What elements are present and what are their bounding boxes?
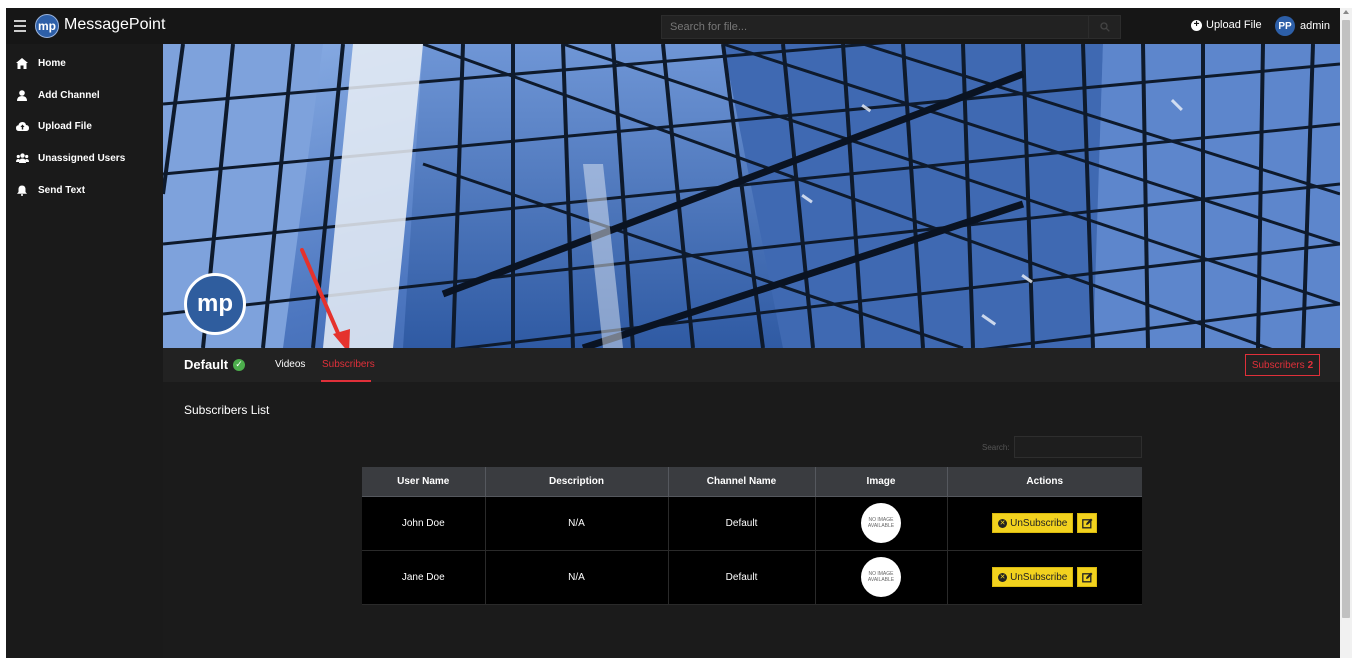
annotation-arrow: [300, 248, 350, 348]
sidebar-item-send-text[interactable]: Send Text: [6, 176, 163, 204]
sidebar-item-home[interactable]: Home: [6, 49, 163, 77]
edit-button[interactable]: [1077, 567, 1098, 587]
edit-icon: [1082, 572, 1093, 582]
unsubscribe-label: UnSubscribe: [1010, 571, 1068, 583]
user-name: admin: [1300, 20, 1330, 32]
times-circle-icon: ✕: [998, 572, 1008, 582]
file-search-input[interactable]: [661, 15, 1089, 39]
sidebar-item-label: Upload File: [38, 120, 92, 132]
channel-logo: mp: [184, 273, 246, 335]
plus-circle-icon: +: [1191, 19, 1202, 31]
scrollbar-thumb[interactable]: [1342, 20, 1350, 618]
edit-button[interactable]: [1077, 513, 1098, 533]
column-header-actions[interactable]: Actions: [947, 467, 1142, 497]
sidebar-item-add-channel[interactable]: Add Channel: [6, 81, 163, 109]
cell-image: NO IMAGE AVAILABLE: [815, 550, 948, 605]
menu-icon[interactable]: [14, 17, 26, 32]
channel-name-text: Default: [184, 357, 229, 372]
top-bar: mp MessagePoint + Upload File PP admin: [6, 8, 1340, 44]
sidebar-item-unassigned-users[interactable]: Unassigned Users: [6, 144, 163, 172]
user-icon: [15, 88, 29, 102]
search-button[interactable]: [1089, 15, 1121, 39]
subscribers-list-title: Subscribers List: [184, 403, 270, 417]
channel-name: Default ✓: [184, 357, 246, 372]
sidebar-item-label: Unassigned Users: [38, 152, 126, 164]
search-icon: [1099, 22, 1110, 32]
subscribers-count-value: 2: [1307, 359, 1314, 371]
edit-icon: [1082, 518, 1093, 528]
table-header-row: User Name Description Channel Name Image…: [362, 467, 1142, 497]
cloud-upload-icon: [15, 119, 29, 133]
table-search-input[interactable]: [1014, 436, 1142, 458]
cell-channel-name: Default: [668, 550, 816, 605]
page-scrollbar[interactable]: [1340, 8, 1352, 658]
sidebar-item-label: Add Channel: [38, 89, 100, 101]
channel-bar: Default ✓ Videos Subscribers Subscribers…: [163, 348, 1340, 382]
home-icon: [15, 56, 29, 70]
bell-icon: [15, 183, 29, 197]
user-menu[interactable]: PP admin: [1275, 16, 1330, 36]
table-row: Jane Doe N/A Default NO IMAGE AVAILABLE …: [362, 550, 1142, 605]
main-content: mp Default ✓ Videos Subscribers Subscrib…: [163, 44, 1340, 658]
unsubscribe-button[interactable]: ✕ UnSubscribe: [992, 513, 1074, 533]
subscribers-table: User Name Description Channel Name Image…: [362, 467, 1142, 605]
column-header-image[interactable]: Image: [815, 467, 948, 497]
column-header-description[interactable]: Description: [485, 467, 669, 497]
sidebar-item-upload-file[interactable]: Upload File: [6, 112, 163, 140]
subscribers-count-label: Subscribers: [1251, 359, 1305, 371]
unsubscribe-button[interactable]: ✕ UnSubscribe: [992, 567, 1074, 587]
table-search-label: Search:: [982, 443, 1010, 452]
upload-file-button[interactable]: + Upload File: [1191, 19, 1262, 31]
cell-channel-name: Default: [668, 496, 816, 551]
avatar: PP: [1275, 16, 1295, 36]
subscribers-count-button[interactable]: Subscribers 2: [1245, 354, 1320, 376]
cell-description: N/A: [485, 550, 669, 605]
active-tab-indicator: [321, 380, 371, 382]
times-circle-icon: ✕: [998, 518, 1008, 528]
channel-banner: mp: [163, 44, 1340, 348]
tab-videos[interactable]: Videos: [275, 359, 305, 370]
sidebar-item-label: Send Text: [38, 184, 86, 196]
cell-user-name: John Doe: [362, 496, 486, 551]
sidebar-item-label: Home: [38, 57, 66, 69]
cell-actions: ✕ UnSubscribe: [947, 496, 1142, 551]
app-logo[interactable]: mp: [35, 14, 59, 38]
upload-file-label: Upload File: [1206, 19, 1262, 31]
verified-check-icon: ✓: [233, 358, 246, 371]
cell-user-name: Jane Doe: [362, 550, 486, 605]
column-header-channel-name[interactable]: Channel Name: [668, 467, 816, 497]
users-icon: [15, 151, 29, 165]
cell-description: N/A: [485, 496, 669, 551]
cell-image: NO IMAGE AVAILABLE: [815, 496, 948, 551]
unsubscribe-label: UnSubscribe: [1010, 517, 1068, 529]
table-row: John Doe N/A Default NO IMAGE AVAILABLE …: [362, 496, 1142, 551]
scroll-up-arrow-icon[interactable]: [1343, 10, 1349, 14]
file-search: [661, 15, 1121, 39]
no-image-placeholder: NO IMAGE AVAILABLE: [861, 503, 901, 543]
column-header-user-name[interactable]: User Name: [362, 467, 486, 497]
no-image-placeholder: NO IMAGE AVAILABLE: [861, 557, 901, 597]
sidebar: Home Add Channel Upload File Unassigned …: [6, 44, 163, 658]
cell-actions: ✕ UnSubscribe: [947, 550, 1142, 605]
tab-subscribers[interactable]: Subscribers: [322, 359, 375, 370]
app-brand-name[interactable]: MessagePoint: [64, 16, 165, 34]
app-window: mp MessagePoint + Upload File PP admin H…: [6, 8, 1340, 658]
